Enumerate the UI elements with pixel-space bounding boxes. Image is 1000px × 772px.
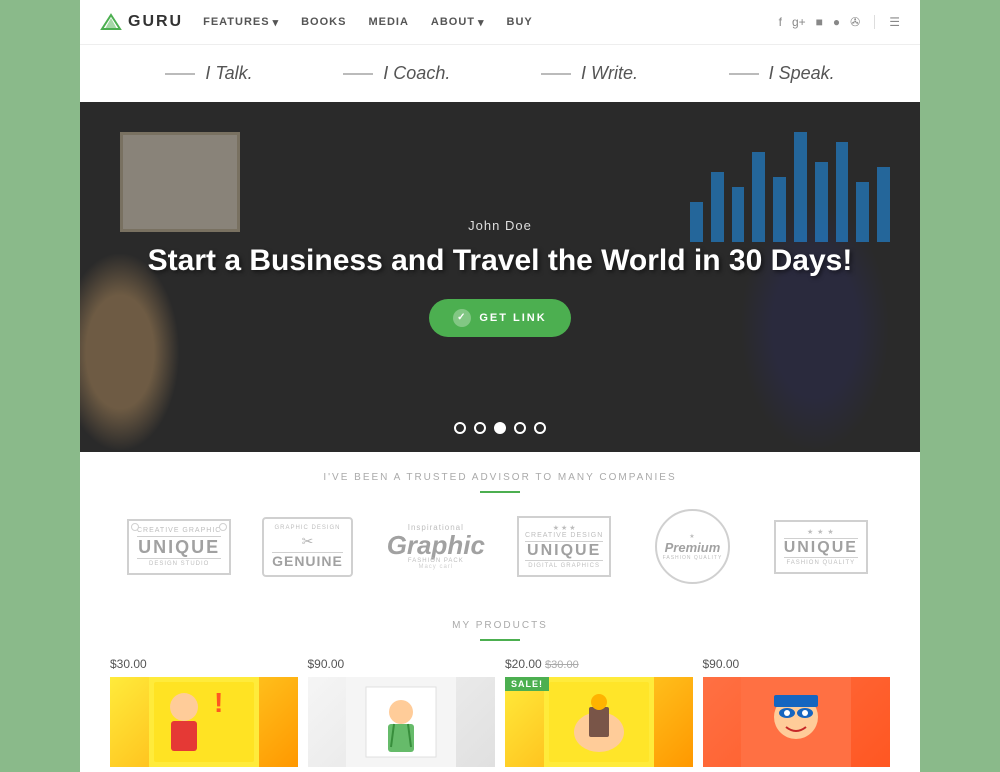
tagline-coach: I Coach. bbox=[343, 63, 450, 84]
right-panel bbox=[920, 0, 1000, 772]
trusted-section: I'VE BEEN A TRUSTED ADVISOR TO MANY COMP… bbox=[80, 452, 920, 604]
price-value: $90.00 bbox=[308, 657, 345, 671]
product-card-1[interactable]: $30.00 ! bbox=[110, 657, 298, 767]
logo-unique-2: ★ ★ ★ CREATIVE DESIGN UNIQUE DIGITAL GRA… bbox=[505, 516, 623, 577]
instagram-icon[interactable]: ■ bbox=[816, 15, 823, 29]
dot-2[interactable] bbox=[474, 422, 486, 434]
products-section: MY PRODUCTS $30.00 bbox=[80, 604, 920, 772]
logo-text: GURU bbox=[128, 13, 183, 31]
products-row: $30.00 ! bbox=[110, 657, 890, 767]
product-1-price: $30.00 bbox=[110, 657, 298, 671]
social-links: f g+ ■ ● ✇ ☰ bbox=[779, 15, 900, 29]
book-cover-4 bbox=[703, 677, 891, 767]
book-cover-2 bbox=[308, 677, 496, 767]
get-link-button[interactable]: ✓ GET LINK bbox=[429, 299, 570, 337]
taglines-row: I Talk. I Coach. I Write. I Speak. bbox=[80, 45, 920, 102]
logo-graphic: Inspirational Graphic FASHION PACK Macy … bbox=[377, 523, 495, 570]
nav-buy[interactable]: BUY bbox=[507, 16, 533, 28]
get-link-label: GET LINK bbox=[479, 312, 546, 324]
dash-icon bbox=[165, 73, 195, 75]
hero-title: Start a Business and Travel the World in… bbox=[148, 243, 853, 279]
trusted-divider bbox=[480, 491, 520, 493]
sale-badge: SALE! bbox=[505, 677, 549, 691]
products-label: MY PRODUCTS bbox=[110, 620, 890, 631]
pinterest-icon[interactable]: ● bbox=[833, 15, 840, 29]
book-cover-1: ! bbox=[110, 677, 298, 767]
nav-books[interactable]: BOOKS bbox=[301, 16, 346, 28]
logo-unique-3: ★ ★ ★ UNIQUE FASHION QUALITY bbox=[762, 520, 880, 574]
product-card-2[interactable]: $90.00 bbox=[308, 657, 496, 767]
products-divider bbox=[480, 639, 520, 641]
tagline-text: I Coach. bbox=[383, 63, 450, 84]
chart-bar-8 bbox=[856, 182, 869, 242]
comic-illustration-4 bbox=[741, 677, 851, 767]
product-4-price: $90.00 bbox=[703, 657, 891, 671]
price-value: $90.00 bbox=[703, 657, 740, 671]
dash-icon bbox=[343, 73, 373, 75]
trusted-logos-row: CREATIVE GRAPHIC UNIQUE DESIGN STUDIO GR… bbox=[120, 509, 880, 584]
nav-media[interactable]: MEDIA bbox=[368, 16, 408, 28]
dash-icon bbox=[729, 73, 759, 75]
about-chevron-icon: ▾ bbox=[478, 16, 485, 29]
price-value: $20.00 bbox=[505, 657, 542, 671]
trusted-label: I'VE BEEN A TRUSTED ADVISOR TO MANY COMP… bbox=[120, 472, 880, 483]
google-plus-icon[interactable]: g+ bbox=[792, 15, 806, 29]
chart-bar-9 bbox=[877, 167, 890, 242]
hero-slider: John Doe Start a Business and Travel the… bbox=[80, 102, 920, 452]
logo[interactable]: GURU bbox=[100, 13, 183, 31]
logo-premium: ★ Premium FASHION QUALITY bbox=[633, 509, 751, 584]
product-card-4[interactable]: $90.00 bbox=[703, 657, 891, 767]
comic-illustration-1: ! bbox=[149, 677, 259, 767]
product-2-price: $90.00 bbox=[308, 657, 496, 671]
price-value: $30.00 bbox=[110, 657, 147, 671]
dash-icon bbox=[541, 73, 571, 75]
dot-3[interactable] bbox=[494, 422, 506, 434]
hamburger-icon[interactable]: ☰ bbox=[889, 15, 900, 29]
tagline-write: I Write. bbox=[541, 63, 638, 84]
comic-illustration-2 bbox=[346, 677, 456, 767]
main-container: GURU FEATURES ▾ BOOKS MEDIA ABOUT ▾ BUY … bbox=[80, 0, 920, 772]
logo-unique-1: CREATIVE GRAPHIC UNIQUE DESIGN STUDIO bbox=[120, 519, 238, 575]
left-panel bbox=[0, 0, 80, 772]
nav-about[interactable]: ABOUT ▾ bbox=[431, 16, 485, 29]
twitter-icon[interactable]: ✇ bbox=[850, 15, 860, 29]
dot-1[interactable] bbox=[454, 422, 466, 434]
nav-features[interactable]: FEATURES ▾ bbox=[203, 16, 279, 29]
product-3-price: $20.00 $30.00 bbox=[505, 657, 693, 671]
checkmark-icon: ✓ bbox=[453, 309, 471, 327]
tagline-text: I Write. bbox=[581, 63, 638, 84]
tagline-talk: I Talk. bbox=[165, 63, 252, 84]
comic-illustration-3 bbox=[544, 677, 654, 767]
svg-text:!: ! bbox=[214, 687, 223, 718]
features-chevron-icon: ▾ bbox=[273, 16, 280, 29]
hero-person-name: John Doe bbox=[148, 218, 853, 233]
divider bbox=[874, 15, 875, 29]
dot-4[interactable] bbox=[514, 422, 526, 434]
product-card-3[interactable]: $20.00 $30.00 SALE! bbox=[505, 657, 693, 767]
logo-genuine: GRAPHIC DESIGN ✂ GENUINE bbox=[248, 517, 366, 577]
tagline-text: I Speak. bbox=[769, 63, 835, 84]
dot-5[interactable] bbox=[534, 422, 546, 434]
mountain-icon bbox=[100, 13, 122, 31]
hero-content: John Doe Start a Business and Travel the… bbox=[148, 218, 853, 337]
tagline-text: I Talk. bbox=[205, 63, 252, 84]
product-2-image bbox=[308, 677, 496, 767]
product-1-image: ! bbox=[110, 677, 298, 767]
product-4-image bbox=[703, 677, 891, 767]
original-price: $30.00 bbox=[545, 659, 579, 671]
tagline-speak: I Speak. bbox=[729, 63, 835, 84]
navbar: GURU FEATURES ▾ BOOKS MEDIA ABOUT ▾ BUY … bbox=[80, 0, 920, 45]
nav-menu: FEATURES ▾ BOOKS MEDIA ABOUT ▾ BUY bbox=[203, 16, 779, 29]
facebook-icon[interactable]: f bbox=[779, 15, 782, 29]
slider-dots bbox=[454, 422, 546, 434]
